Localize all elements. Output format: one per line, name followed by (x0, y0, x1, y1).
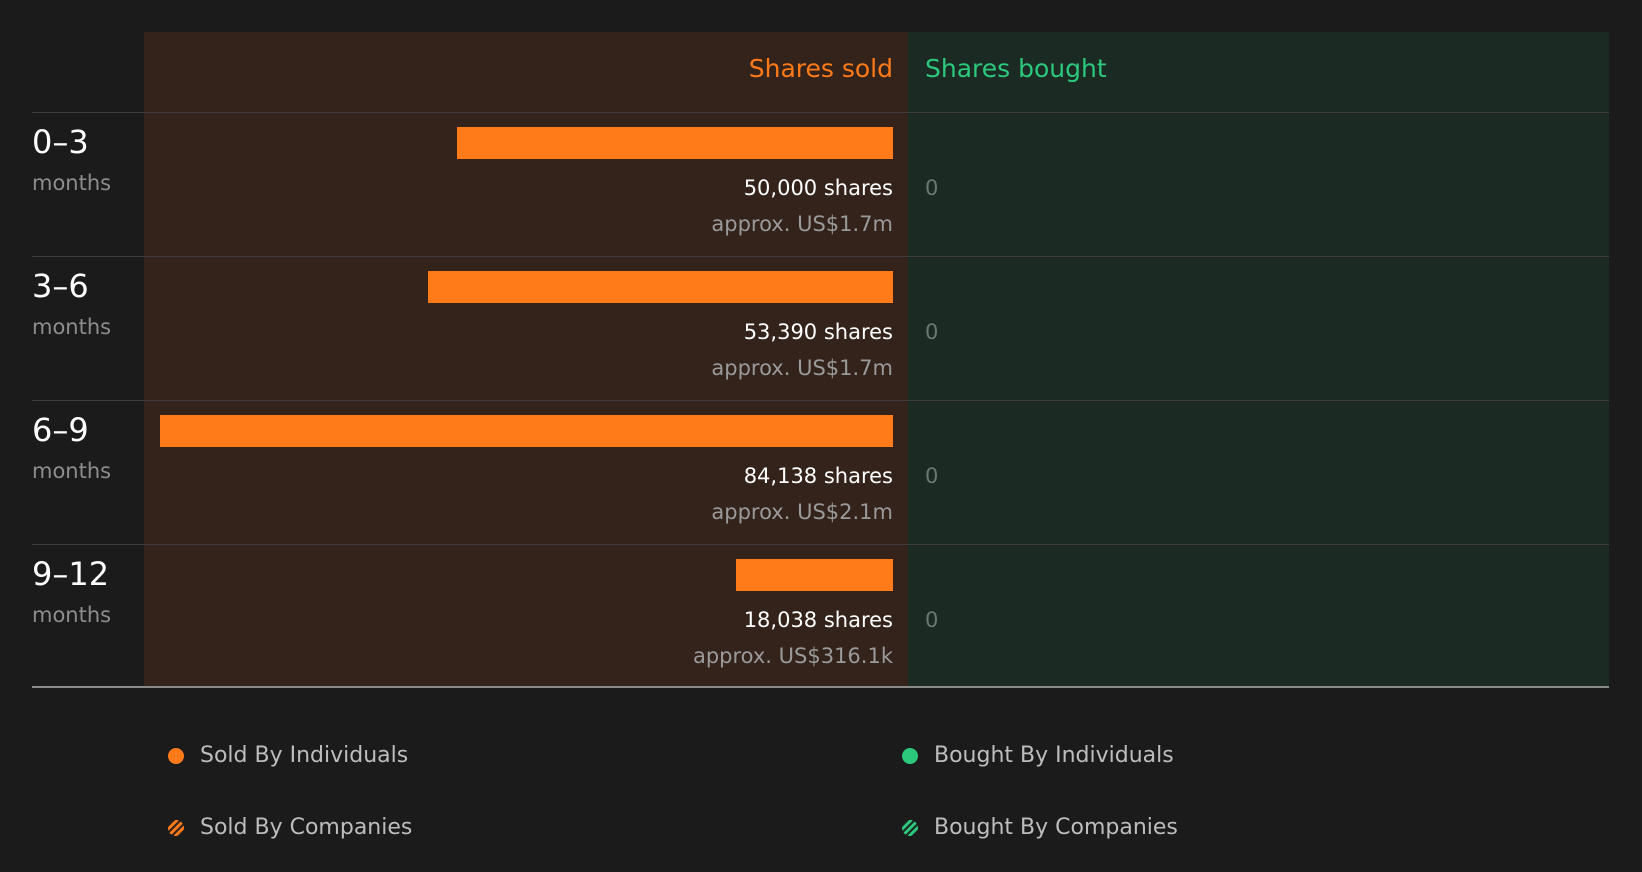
period-row-0-3: 0–3 months 50,000 shares approx. US$1.7m… (0, 112, 1642, 256)
period-label: 9–12 (32, 555, 110, 593)
approx-value: approx. US$316.1k (692, 644, 893, 668)
sold-bar (457, 127, 893, 159)
shares-sold-value: 53,390 shares (743, 320, 893, 344)
legend-label: Bought By Individuals (934, 743, 1174, 768)
period-row-9-12: 9–12 months 18,038 shares approx. US$316… (0, 544, 1642, 688)
approx-value: approx. US$2.1m (711, 500, 893, 524)
sold-bar (160, 415, 893, 447)
green-hatch-icon (902, 819, 918, 836)
period-label: 6–9 (32, 411, 89, 449)
period-row-6-9: 6–9 months 84,138 shares approx. US$2.1m… (0, 400, 1642, 544)
period-unit: months (32, 459, 112, 483)
legend-label: Bought By Companies (934, 815, 1178, 840)
shares-bought-value: 0 (925, 608, 939, 632)
approx-value: approx. US$1.7m (711, 212, 893, 236)
legend-label: Sold By Companies (200, 815, 413, 840)
orange-dot-icon (168, 747, 184, 764)
legend-bought-individuals: Bought By Individuals (902, 743, 1174, 768)
legend-bought-companies: Bought By Companies (902, 815, 1178, 840)
shares-sold-header: Shares sold (748, 54, 893, 83)
period-row-3-6: 3–6 months 53,390 shares approx. US$1.7m… (0, 256, 1642, 400)
orange-hatch-icon (168, 819, 184, 836)
green-dot-icon (902, 747, 918, 764)
shares-bought-value: 0 (925, 464, 939, 488)
legend-label: Sold By Individuals (200, 743, 409, 768)
period-label: 0–3 (32, 123, 89, 161)
shares-sold-value: 18,038 shares (743, 608, 893, 632)
approx-value: approx. US$1.7m (711, 356, 893, 380)
chart-baseline (32, 686, 1609, 688)
shares-bought-value: 0 (925, 176, 939, 200)
shares-sold-value: 50,000 shares (743, 176, 893, 200)
sold-bar (428, 271, 893, 303)
period-unit: months (32, 315, 112, 339)
shares-bought-value: 0 (925, 320, 939, 344)
shares-bought-header: Shares bought (925, 54, 1107, 83)
period-unit: months (32, 171, 112, 195)
legend-sold-individuals: Sold By Individuals (168, 743, 408, 768)
legend-sold-companies: Sold By Companies (168, 815, 412, 840)
sold-bar (736, 559, 893, 591)
shares-sold-value: 84,138 shares (743, 464, 893, 488)
period-label: 3–6 (32, 267, 89, 305)
period-unit: months (32, 603, 112, 627)
